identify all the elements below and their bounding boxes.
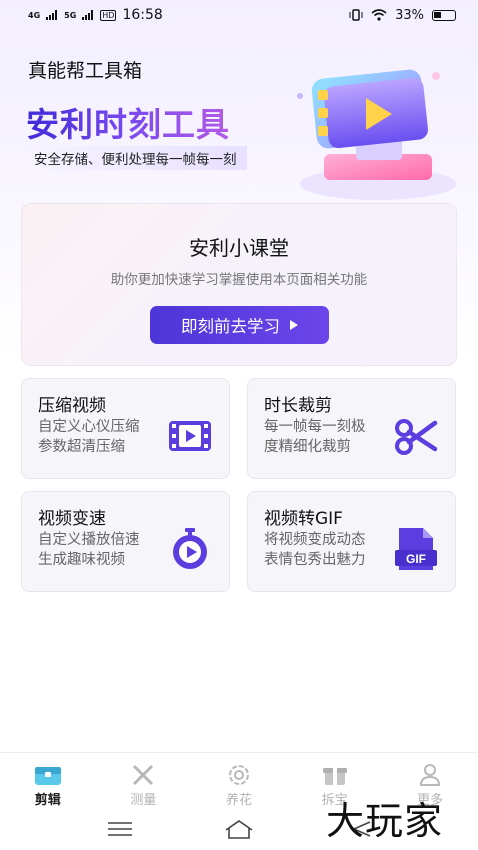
signal-icon bbox=[46, 10, 58, 20]
tool-description: 自定义心仪压缩 参数超清压缩 bbox=[38, 419, 140, 455]
clock: 16:58 bbox=[122, 7, 163, 23]
signal-icon-2 bbox=[82, 10, 94, 20]
tool-title: 视频变速 bbox=[38, 509, 106, 529]
tool-card-trim-duration[interactable]: 时长裁剪 每一帧每一刻极度精细化裁剪 bbox=[247, 378, 456, 479]
toolbox-icon bbox=[34, 767, 61, 785]
watermark: 大玩家 bbox=[326, 799, 444, 843]
person-icon bbox=[420, 764, 441, 786]
tab-edit[interactable]: 剪辑 bbox=[0, 753, 96, 810]
class-card: 安利小课堂 助你更加快速学习掌握使用本页面相关功能 即刻前去学习 bbox=[21, 203, 457, 366]
tool-description: 每一帧每一刻极度精细化裁剪 bbox=[264, 419, 366, 455]
video-player-illustration-icon bbox=[297, 69, 456, 200]
ruler-icon bbox=[133, 764, 154, 786]
tab-measure[interactable]: 测量 bbox=[96, 753, 192, 810]
learn-now-button[interactable]: 即刻前去学习 bbox=[150, 306, 329, 344]
tool-card-video-to-gif[interactable]: 视频转GIF 将视频变成动态表情包秀出魅力 GIF bbox=[247, 491, 456, 592]
scissors-icon bbox=[395, 419, 438, 455]
stopwatch-icon bbox=[173, 528, 207, 569]
home-icon[interactable] bbox=[224, 818, 254, 840]
tool-title: 时长裁剪 bbox=[264, 396, 332, 416]
hero-subtitle: 安全存储、便利处理每一帧每一刻 bbox=[28, 146, 247, 170]
battery-percent: 33% bbox=[395, 7, 424, 23]
film-icon bbox=[169, 421, 211, 451]
tool-card-video-speed[interactable]: 视频变速 自定义播放倍速生成趣味视频 bbox=[21, 491, 230, 592]
tab-label: 测量 bbox=[130, 793, 157, 808]
learn-now-label: 即刻前去学习 bbox=[181, 317, 280, 336]
tool-description: 将视频变成动态表情包秀出魅力 bbox=[264, 532, 366, 568]
wifi-icon bbox=[371, 9, 387, 21]
tool-card-compress-video[interactable]: 压缩视频 自定义心仪压缩 参数超清压缩 bbox=[21, 378, 230, 479]
svg-text:GIF: GIF bbox=[406, 552, 426, 566]
hd-badge: HD bbox=[100, 9, 117, 21]
class-card-description: 助你更加快速学习掌握使用本页面相关功能 bbox=[110, 272, 368, 288]
tool-title: 视频转GIF bbox=[264, 509, 343, 529]
play-arrow-icon bbox=[290, 320, 298, 330]
tab-label: 剪辑 bbox=[34, 793, 61, 808]
hero-title: 安利时刻工具 bbox=[26, 98, 230, 146]
menu-icon[interactable] bbox=[108, 822, 132, 836]
network-indicator-1: 4G bbox=[28, 10, 41, 20]
gif-file-icon: GIF bbox=[395, 528, 437, 570]
brand-title: 真能帮工具箱 bbox=[28, 60, 143, 82]
network-indicator-2: 5G bbox=[64, 10, 77, 20]
tab-label: 养花 bbox=[225, 793, 252, 808]
tab-plants[interactable]: 养花 bbox=[191, 753, 287, 810]
vibrate-icon bbox=[349, 9, 363, 21]
status-bar: 4G 5G HD 16:58 33% bbox=[0, 0, 478, 30]
gift-box-icon bbox=[322, 768, 347, 785]
class-card-title: 安利小课堂 bbox=[189, 236, 289, 260]
tool-description: 自定义播放倍速生成趣味视频 bbox=[38, 532, 140, 568]
tool-title: 压缩视频 bbox=[38, 396, 106, 416]
battery-icon bbox=[432, 9, 456, 21]
flower-icon bbox=[228, 765, 249, 785]
